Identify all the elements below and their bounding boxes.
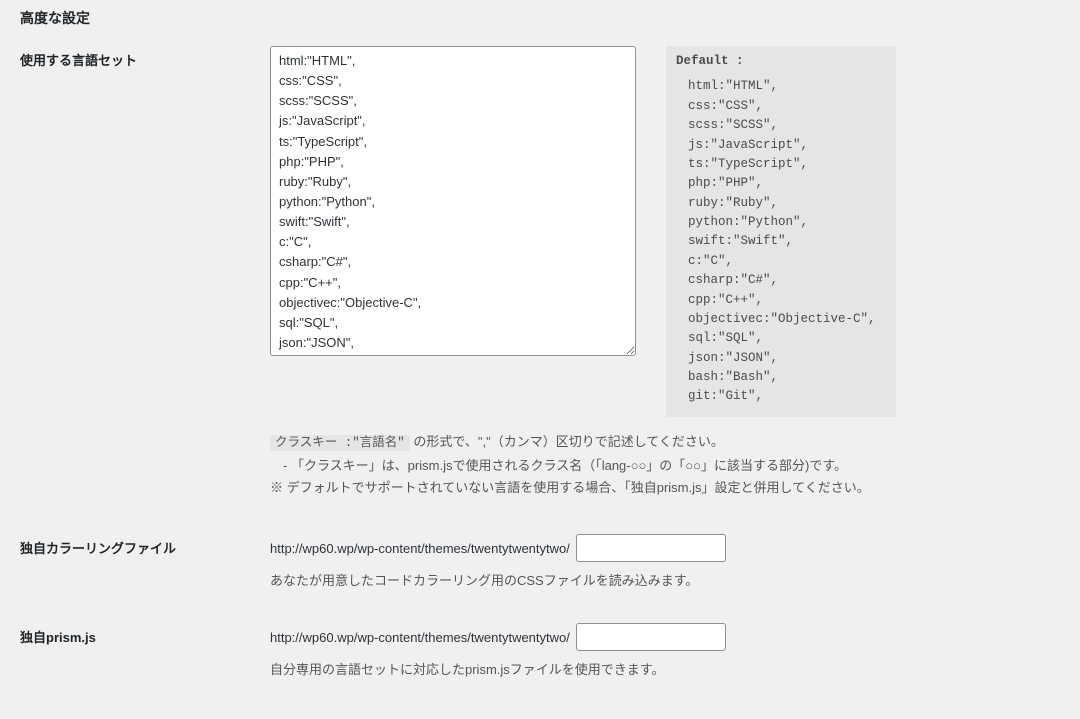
coloring-input[interactable] [576, 534, 726, 562]
langset-label: 使用する言語セット [20, 46, 270, 69]
langset-desc: クラスキー :"言語名" の形式で、","（カンマ）区切りで記述してください。 … [270, 431, 1060, 500]
default-body: html:"HTML", css:"CSS", scss:"SCSS", js:… [676, 77, 886, 406]
desc-line2: - 「クラスキー」は、prism.jsで使用されるクラス名（「lang-○○」の… [270, 458, 847, 473]
row-prismjs: 独自prism.js http://wp60.wp/wp-content/the… [20, 623, 1060, 678]
prismjs-desc: 自分専用の言語セットに対応したprism.jsファイルを使用できます。 [270, 659, 1060, 678]
prismjs-input[interactable] [576, 623, 726, 651]
desc-line1-tail: の形式で、","（カンマ）区切りで記述してください。 [410, 434, 724, 449]
section-title: 高度な設定 [20, 8, 1060, 28]
row-langset: 使用する言語セット Default : html:"HTML", css:"CS… [20, 46, 1060, 500]
prismjs-label: 独自prism.js [20, 623, 270, 646]
prismjs-path: http://wp60.wp/wp-content/themes/twentyt… [270, 630, 570, 645]
coloring-label: 独自カラーリングファイル [20, 534, 270, 557]
langset-textarea[interactable] [270, 46, 636, 356]
desc-line3: ※ デフォルトでサポートされていない言語を使用する場合、「独自prism.js」… [270, 480, 870, 495]
desc-code-snippet: クラスキー :"言語名" [270, 435, 410, 451]
coloring-path: http://wp60.wp/wp-content/themes/twentyt… [270, 541, 570, 556]
coloring-desc: あなたが用意したコードカラーリング用のCSSファイルを読み込みます。 [270, 570, 1060, 589]
row-coloring: 独自カラーリングファイル http://wp60.wp/wp-content/t… [20, 534, 1060, 589]
langset-default-box: Default : html:"HTML", css:"CSS", scss:"… [666, 46, 896, 417]
default-title: Default : [676, 52, 886, 71]
